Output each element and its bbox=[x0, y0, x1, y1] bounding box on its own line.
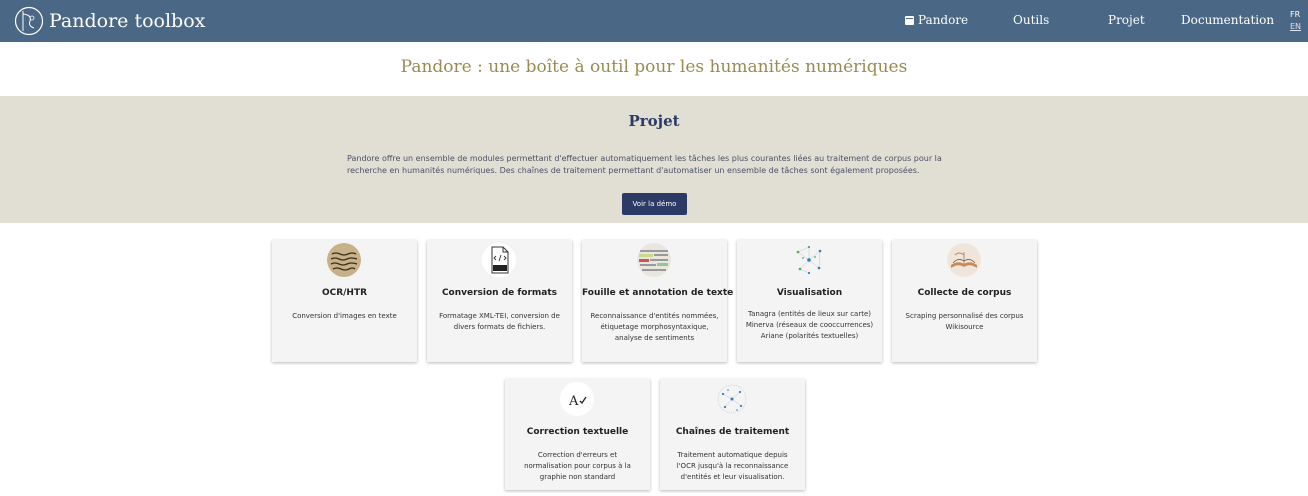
card-description-line: Ariane (polarités textuelles) bbox=[760, 332, 859, 340]
nav-item-outils[interactable]: Outils bbox=[1013, 13, 1049, 27]
card-description-line: Correction d'erreurs et normalisation po… bbox=[524, 451, 631, 481]
pipeline-graph-icon bbox=[715, 382, 749, 416]
demo-button[interactable]: Voir la démo bbox=[622, 193, 687, 215]
network-graph-icon bbox=[792, 243, 826, 277]
card-description: Correction d'erreurs et normalisation po… bbox=[513, 450, 642, 483]
open-book-icon bbox=[947, 243, 981, 277]
nav-item-label: Documentation bbox=[1181, 13, 1275, 27]
card-description-line: Formatage XML-TEI, conversion de divers … bbox=[439, 312, 560, 331]
tool-card-collecte-corpus[interactable]: Collecte de corpus Scraping personnalisé… bbox=[892, 240, 1037, 362]
card-description: Formatage XML-TEI, conversion de divers … bbox=[435, 311, 564, 333]
card-description: Tanagra (entités de lieux sur carte) Min… bbox=[745, 309, 874, 342]
nav-item-label: Pandore bbox=[918, 13, 969, 27]
project-section: Projet Pandore offre un ensemble de modu… bbox=[0, 96, 1308, 223]
language-en[interactable]: EN bbox=[1290, 22, 1301, 31]
card-description-line: Scraping personnalisé des corpus Wikisou… bbox=[905, 312, 1024, 331]
nav-item-label: Projet bbox=[1108, 13, 1145, 27]
card-title: Conversion de formats bbox=[441, 288, 558, 298]
nav-item-label: Outils bbox=[1013, 13, 1050, 27]
project-title: Projet bbox=[628, 112, 680, 130]
svg-text:A: A bbox=[568, 394, 579, 409]
card-title: Fouille et annotation de texte bbox=[582, 288, 734, 298]
project-description: Pandore offre un ensemble de modules per… bbox=[347, 154, 942, 175]
tool-card-correction-textuelle[interactable]: A Correction textuelle Correction d'erre… bbox=[505, 379, 650, 490]
pandore-logo-icon bbox=[14, 6, 44, 36]
brand-title: Pandore toolbox bbox=[49, 10, 206, 32]
brand-link[interactable]: Pandore toolbox bbox=[14, 4, 205, 38]
manuscript-icon bbox=[327, 243, 361, 277]
tool-card-conversion-formats[interactable]: Conversion de formats Formatage XML-TEI,… bbox=[427, 240, 572, 362]
nav-item-projet[interactable]: Projet bbox=[1108, 13, 1145, 27]
card-title: Visualisation bbox=[776, 288, 843, 298]
card-description-line: Conversion d'images en texte bbox=[292, 312, 397, 320]
nav-item-pandore[interactable]: Pandore bbox=[905, 13, 968, 27]
card-title: Collecte de corpus bbox=[917, 288, 1012, 298]
card-description-line: Tanagra (entités de lieux sur carte) bbox=[747, 310, 872, 318]
tool-card-fouille-annotation[interactable]: Fouille et annotation de texte Reconnais… bbox=[582, 240, 734, 362]
card-title: OCR/HTR bbox=[321, 288, 368, 298]
xml-file-icon bbox=[482, 243, 516, 277]
card-description: Reconnaissance d'entités nommées, étique… bbox=[590, 311, 719, 344]
card-description: Conversion d'images en texte bbox=[280, 311, 409, 322]
card-description: Scraping personnalisé des corpus Wikisou… bbox=[900, 311, 1029, 333]
nav-item-documentation[interactable]: Documentation bbox=[1181, 13, 1274, 27]
spellcheck-icon: A bbox=[560, 382, 594, 416]
language-fr[interactable]: FR bbox=[1290, 10, 1300, 19]
card-description-line: Minerva (réseaux de cooccurrences) bbox=[745, 321, 874, 329]
page-title: Pandore : une boîte à outil pour les hum… bbox=[400, 57, 908, 77]
calendar-icon bbox=[905, 15, 914, 25]
top-navbar: Pandore toolbox Pandore Outils Projet Do… bbox=[0, 0, 1308, 42]
card-description-line: Reconnaissance d'entités nommées, étique… bbox=[590, 312, 719, 342]
tool-card-visualisation[interactable]: Visualisation Tanagra (entités de lieux … bbox=[737, 240, 882, 362]
card-description-line: Traitement automatique depuis l'OCR jusq… bbox=[676, 451, 789, 481]
card-title: Chaînes de traitement bbox=[675, 427, 790, 437]
card-title: Correction textuelle bbox=[526, 427, 629, 437]
annotated-text-icon bbox=[637, 243, 671, 277]
card-description: Traitement automatique depuis l'OCR jusq… bbox=[668, 450, 797, 483]
tool-card-chaines-traitement[interactable]: Chaînes de traitement Traitement automat… bbox=[660, 379, 805, 490]
tool-card-ocr-htr[interactable]: OCR/HTR Conversion d'images en texte bbox=[272, 240, 417, 362]
